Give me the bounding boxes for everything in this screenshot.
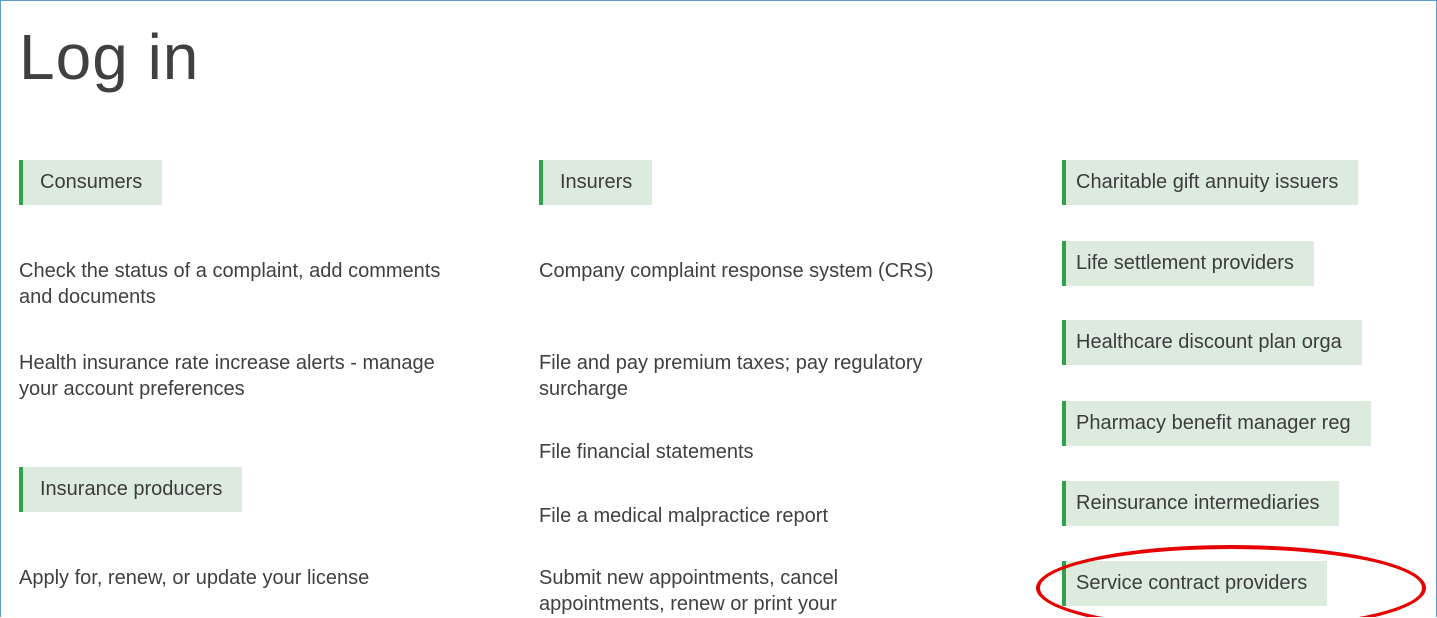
insurance-producers-heading: Insurance producers — [19, 467, 243, 512]
appointments-link[interactable]: Submit new appointments, cancel appointm… — [539, 565, 939, 617]
crs-link[interactable]: Company complaint response system (CRS) — [539, 258, 969, 284]
complaint-status-link[interactable]: Check the status of a complaint, add com… — [19, 258, 479, 310]
consumers-heading: Consumers — [19, 160, 163, 205]
insurers-heading: Insurers — [539, 160, 653, 205]
pharmacy-benefit-manager-link[interactable]: Pharmacy benefit manager reg — [1062, 401, 1371, 446]
page-frame: Log in Consumers Check the status of a c… — [0, 0, 1437, 617]
charitable-gift-annuity-link[interactable]: Charitable gift annuity issuers — [1062, 160, 1359, 205]
financial-statements-link[interactable]: File financial statements — [539, 439, 999, 465]
rate-increase-alerts-link[interactable]: Health insurance rate increase alerts - … — [19, 350, 479, 402]
service-contract-providers-link[interactable]: Service contract providers — [1062, 561, 1328, 606]
page-title: Log in — [19, 21, 200, 93]
healthcare-discount-plan-link[interactable]: Healthcare discount plan orga — [1062, 320, 1362, 365]
malpractice-report-link[interactable]: File a medical malpractice report — [539, 503, 999, 529]
premium-taxes-link[interactable]: File and pay premium taxes; pay regulato… — [539, 350, 939, 402]
reinsurance-intermediaries-link[interactable]: Reinsurance intermediaries — [1062, 481, 1340, 526]
life-settlement-providers-link[interactable]: Life settlement providers — [1062, 241, 1314, 286]
license-link[interactable]: Apply for, renew, or update your license — [19, 565, 479, 591]
